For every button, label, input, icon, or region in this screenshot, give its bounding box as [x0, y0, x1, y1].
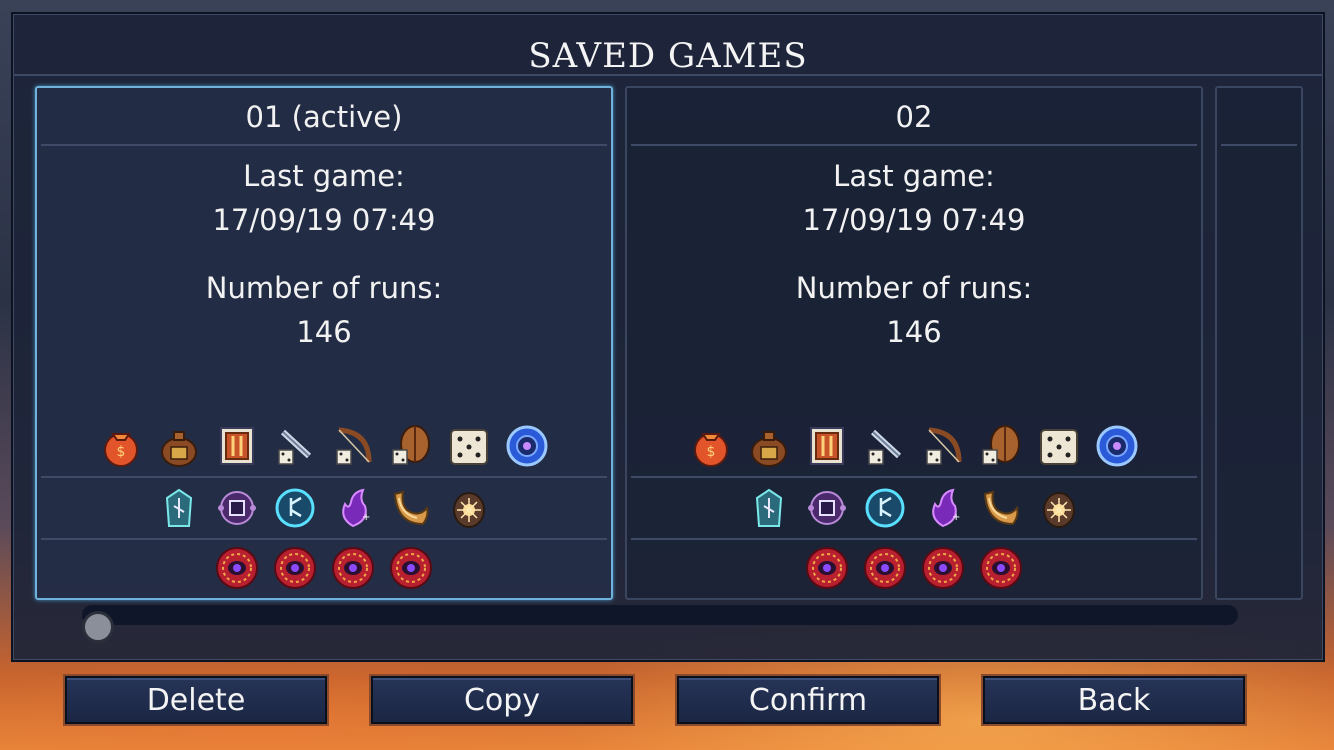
last-game-value: 17/09/19 07:49	[212, 203, 436, 237]
shield-dice-icon	[977, 422, 1025, 470]
red-eye-medallion-icon	[803, 544, 851, 592]
gold-sack-icon: $	[687, 422, 735, 470]
slot-name: 01 (active)	[245, 100, 403, 134]
level-card-icon	[803, 422, 851, 470]
red-eye-medallion-icon	[919, 544, 967, 592]
divider	[631, 538, 1197, 540]
copy-button[interactable]: Copy	[371, 676, 633, 724]
red-eye-medallion-icon	[329, 544, 377, 592]
icon-row-1: $	[627, 422, 1201, 470]
horn-icon	[977, 484, 1025, 532]
purple-gear-icon	[213, 484, 261, 532]
divider	[631, 144, 1197, 146]
gold-sack-icon: $	[97, 422, 145, 470]
divider	[41, 538, 607, 540]
last-game-value: 17/09/19 07:49	[802, 203, 1026, 237]
spider-orb-icon	[445, 484, 493, 532]
svg-text:+: +	[952, 512, 960, 523]
rune-stone-icon	[745, 484, 793, 532]
horn-icon	[387, 484, 435, 532]
icon-row-1: $	[37, 422, 611, 470]
divider	[41, 476, 607, 478]
red-eye-medallion-icon	[861, 544, 909, 592]
bow-dice-icon	[919, 422, 967, 470]
svg-text:$: $	[117, 444, 126, 460]
runs-label: Number of runs:	[205, 271, 443, 305]
purple-flame-icon: +	[329, 484, 377, 532]
save-slot-03[interactable]	[1215, 86, 1303, 600]
slot-scrollbar-thumb[interactable]	[82, 611, 114, 643]
money-bag-icon	[155, 422, 203, 470]
delete-button[interactable]: Delete	[65, 676, 327, 724]
icon-row-2: +	[627, 484, 1201, 532]
money-bag-icon	[745, 422, 793, 470]
divider	[631, 476, 1197, 478]
divider	[41, 144, 607, 146]
icon-row-3	[37, 544, 611, 592]
red-eye-medallion-icon	[271, 544, 319, 592]
saved-games-panel: SAVED GAMES 01 (active) Last game: 17/09…	[11, 12, 1325, 662]
runs-value: 146	[886, 315, 942, 349]
cyan-rune-icon	[271, 484, 319, 532]
svg-text:+: +	[362, 512, 370, 523]
spider-orb-icon	[1035, 484, 1083, 532]
runs-value: 146	[296, 315, 352, 349]
icon-row-2: +	[37, 484, 611, 532]
back-button[interactable]: Back	[983, 676, 1245, 724]
slot-name: 02	[895, 100, 933, 134]
red-eye-medallion-icon	[387, 544, 435, 592]
purple-gear-icon	[803, 484, 851, 532]
icon-row-3	[627, 544, 1201, 592]
shield-dice-icon	[387, 422, 435, 470]
confirm-button[interactable]: Confirm	[677, 676, 939, 724]
save-slot-02[interactable]: 02 Last game: 17/09/19 07:49 Number of r…	[625, 86, 1203, 600]
cyan-rune-icon	[861, 484, 909, 532]
last-game-label: Last game:	[833, 159, 995, 193]
rune-stone-icon	[155, 484, 203, 532]
svg-text:$: $	[707, 444, 716, 460]
purple-flame-icon: +	[919, 484, 967, 532]
runs-label: Number of runs:	[795, 271, 1033, 305]
blue-orb-icon	[503, 422, 551, 470]
blue-orb-icon	[1093, 422, 1141, 470]
dice-icon	[445, 422, 493, 470]
save-slot-01[interactable]: 01 (active) Last game: 17/09/19 07:49 Nu…	[35, 86, 613, 600]
page-title: SAVED GAMES	[528, 36, 808, 76]
red-eye-medallion-icon	[977, 544, 1025, 592]
bow-dice-icon	[329, 422, 377, 470]
title-divider	[13, 74, 1323, 76]
level-card-icon	[213, 422, 261, 470]
blade-dice-icon	[271, 422, 319, 470]
blade-dice-icon	[861, 422, 909, 470]
divider	[1221, 144, 1297, 146]
dice-icon	[1035, 422, 1083, 470]
slot-scrollbar-track[interactable]	[82, 605, 1238, 625]
last-game-label: Last game:	[243, 159, 405, 193]
red-eye-medallion-icon	[213, 544, 261, 592]
